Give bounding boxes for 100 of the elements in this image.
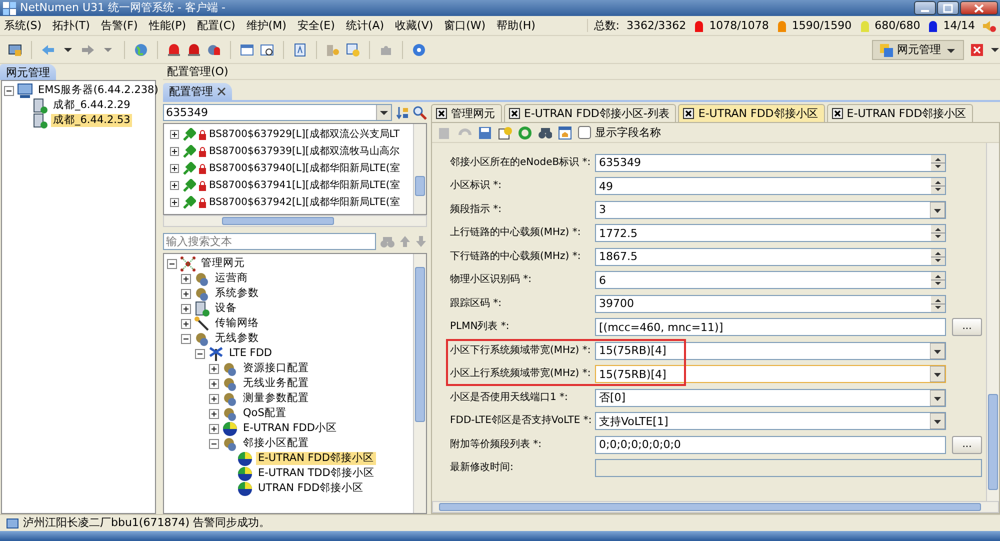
tree-item[interactable]: 邻接小区配置 [241,437,311,450]
tree-item[interactable]: LTE FDD [227,347,274,360]
menu-item[interactable]: 系统(S) [4,18,42,32]
editor-tab[interactable]: 管理网元 [431,104,502,122]
browse-button[interactable]: ... [952,436,982,454]
dropdown-icon[interactable] [930,366,945,382]
tree-item[interactable]: E-UTRAN TDD邻接小区 [256,467,376,480]
expand-icon[interactable] [209,424,219,434]
refresh-icon[interactable] [518,126,532,140]
spin-field[interactable]: 39700 [595,294,946,313]
menu-item[interactable]: 性能(P) [148,18,186,32]
list-item[interactable]: BS8700$637939[L][成都双流牧马山高尔 [209,146,400,158]
panel-tab[interactable]: 网元管理 [0,64,56,80]
window-icon[interactable] [240,42,254,56]
spinner-icon[interactable] [931,272,945,288]
menu-item[interactable]: 安全(E) [297,18,335,32]
menu-item[interactable]: 窗口(W) [444,18,486,32]
dropdown-field[interactable]: 否[0] [595,388,946,407]
tree-item[interactable]: E-UTRAN FDD小区 [241,422,339,435]
search-field[interactable]: 输入搜索文本 [163,233,376,250]
alarm-light-icon[interactable] [167,42,181,56]
spinner-icon[interactable] [931,296,945,312]
text-field[interactable]: 0;0;0;0;0;0;0;0 [595,436,946,454]
expand-icon[interactable] [170,147,179,156]
menu-item[interactable]: 拓扑(T) [52,18,90,32]
alarm-light-icon[interactable] [207,42,221,56]
close-icon[interactable] [832,108,843,119]
close-icon[interactable] [683,108,694,119]
view-tab[interactable]: 配置管理 [163,83,232,100]
expand-icon[interactable] [181,274,191,284]
close-button[interactable] [960,1,998,15]
dropdown-field[interactable]: 15(75RB)[4] [595,365,946,384]
expand-icon[interactable] [209,364,219,374]
collapse-icon[interactable] [209,438,219,448]
tree-item[interactable]: 系统参数 [213,287,261,300]
dropdown-icon[interactable] [930,390,945,406]
tree-item[interactable]: 传输网络 [213,317,261,330]
scrollbar[interactable] [986,143,999,501]
dropdown-field[interactable]: 支持VoLTE[1] [595,412,946,430]
expand-icon[interactable] [181,304,191,314]
spin-field[interactable]: 1867.5 [595,248,946,266]
tree-item[interactable]: 资源接口配置 [241,362,311,375]
expand-icon[interactable] [209,378,219,388]
scrollbar[interactable] [432,501,999,513]
perspective-button[interactable]: 网元管理 [872,40,964,60]
list-item[interactable]: BS8700$637940[L][成都华阳新局LTE(室 [209,162,400,174]
window-search-icon[interactable] [260,42,274,56]
maximize-button[interactable] [937,1,959,15]
document-icon[interactable] [293,42,307,56]
help-icon[interactable] [412,42,426,56]
spinner-icon[interactable] [931,178,945,194]
tree-item[interactable]: 管理网元 [199,257,247,270]
tree-item[interactable]: 无线参数 [213,332,261,345]
tree-item[interactable]: 运营商 [213,272,250,285]
dropdown-icon[interactable] [930,342,945,359]
speaker-muted-icon[interactable] [982,19,996,32]
sort-icon[interactable] [396,106,409,120]
close-view-icon[interactable] [970,42,984,56]
spin-field[interactable]: 635349 [595,154,946,172]
scrollbar[interactable] [413,124,426,214]
expand-icon[interactable] [209,408,219,418]
expand-icon[interactable] [181,288,191,298]
menu-item[interactable]: 统计(A) [346,18,384,32]
menu-item[interactable]: 帮助(H) [496,18,536,32]
minimize-button[interactable] [914,1,936,15]
expand-icon[interactable] [209,394,219,404]
menu-item[interactable]: 告警(F) [100,18,138,32]
list-item[interactable]: BS8700$637942[L][成都华阳新局LTE(室 [209,196,400,208]
spinner-icon[interactable] [931,225,945,242]
expand-icon[interactable] [170,181,179,190]
browse-button[interactable]: ... [952,318,982,336]
tree-item[interactable]: UTRAN FDD邻接小区 [256,482,366,495]
menu-item[interactable]: 收藏(V) [395,18,434,32]
globe-icon[interactable] [134,42,148,56]
dropdown-field[interactable]: 3 [595,200,946,219]
spinner-icon[interactable] [931,248,945,265]
dropdown-field[interactable]: 15(75RB)[4] [595,342,946,360]
spin-field[interactable]: 49 [595,177,946,196]
scrollbar[interactable] [413,254,426,513]
dropdown-icon[interactable] [930,202,945,218]
tree-item[interactable]: 无线业务配置 [241,377,311,390]
collapse-icon[interactable] [167,258,177,268]
spin-field[interactable]: 6 [595,271,946,290]
tree-item[interactable]: 成都_6.44.2.53 [51,114,132,127]
list-item[interactable]: BS8700$637929[L][成都双流公兴支局LT [209,128,400,140]
collapse-icon[interactable] [195,348,205,358]
tree-item[interactable]: 测量参数配置 [241,392,311,405]
tree-item[interactable]: QoS配置 [241,407,288,420]
search-icon[interactable] [413,106,427,120]
expand-icon[interactable] [170,130,179,139]
dropdown-icon[interactable] [930,413,945,430]
expand-icon[interactable] [170,198,179,207]
alarm-light-icon[interactable] [187,42,201,56]
expand-icon[interactable] [181,318,191,328]
query-combo[interactable]: 635349 [163,104,392,121]
close-icon[interactable] [436,108,447,119]
tree-item[interactable]: 设备 [213,302,239,315]
editor-tab[interactable]: E-UTRAN FDD邻接小区 [826,104,974,122]
tree-item[interactable]: EMS服务器(6.44.2.238) [36,84,160,97]
spin-field[interactable]: 1772.5 [595,224,946,242]
